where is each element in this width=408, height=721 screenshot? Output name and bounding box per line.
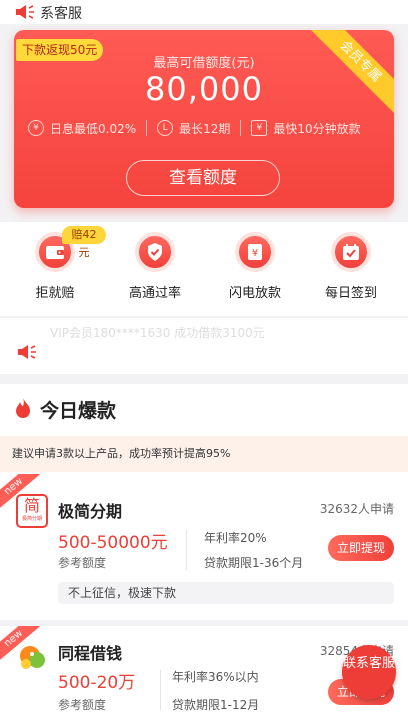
svg-text:¥: ¥ [252,248,258,259]
speaker-icon [14,4,36,24]
yen-shield-icon: ¥ [251,120,268,136]
loan-range: 500-20万 [58,673,136,693]
loan-range: 500-50000元 [58,533,168,553]
limit-amount: 80,000 [145,70,263,108]
product-logo: 简 极简分期 [16,494,48,528]
loan-term: 贷款期限1-36个月 [204,556,304,570]
feature-label: 最长12期 [179,121,231,136]
calendar-check-icon [331,232,371,272]
shield-check-icon [135,232,175,272]
notice-marquee: VIP会员180****1630 成功借款3100元 [0,318,408,374]
feature-label: 日息最低0.02% [50,121,137,136]
product-name: 极简分期 [58,502,123,521]
quick-actions: 赔42元 拒就赔 高通过率 ¥ 闪电放款 每日签到 [0,222,408,316]
divider [146,120,148,136]
credit-limit-card: 下款返现50元 会员专属 最高可借额度(元) 80,000 ¥ 日息最低0.02… [14,30,394,208]
section-header: 今日爆款 [14,396,116,423]
customer-service-link[interactable]: 系客服 [40,3,82,23]
limit-caption: 最高可借额度(元) [153,56,255,71]
applicant-count: 32632人申请 [319,502,394,516]
compensation-badge: 赔42元 [62,226,106,259]
quick-action-label: 拒就赔 [35,286,75,301]
feature-speed: ¥ 最快10分钟放款 [251,120,361,137]
product-name: 同程借钱 [58,644,123,663]
range-label: 参考额度 [58,698,107,712]
hero-features: ¥ 日息最低0.02% L 最长12期 ¥ 最快10分钟放款 [28,118,384,138]
product-card[interactable]: new 简 极简分期 极简分期 32632人申请 500-50000元 参考额度… [0,474,408,614]
range-label: 参考额度 [58,556,107,570]
clock-circle-icon: L [157,120,174,136]
top-bar: 系客服 [0,0,408,24]
quick-action-pass-rate[interactable]: 高通过率 [104,232,206,301]
contact-service-float-button[interactable]: 联系客服 [342,645,396,699]
feature-interest: ¥ 日息最低0.02% [28,120,136,137]
flame-icon [14,397,32,423]
annual-rate: 年利率20% [204,531,267,545]
withdraw-button[interactable]: 立即提现 [328,535,394,561]
quick-action-label: 高通过率 [128,286,181,301]
divider [160,670,161,710]
apply-tip: 建议申请3款以上产品，成功率预计提高95% [0,436,408,472]
product-logo [16,642,48,676]
quick-action-label: 闪电放款 [228,286,281,301]
feature-label: 最快10分钟放款 [273,121,361,136]
feature-term: L 最长12期 [157,120,230,137]
quick-action-fast-loan[interactable]: ¥ 闪电放款 [204,232,306,301]
yen-circle-icon: ¥ [28,120,44,136]
notice-text: VIP会员180****1630 成功借款3100元 [50,326,265,340]
quick-action-refund[interactable]: 赔42元 拒就赔 [4,226,106,301]
divider [240,120,242,136]
annual-rate: 年利率36%以内 [172,670,259,684]
product-feature: 不上征信，极速下款 [58,582,394,604]
check-limit-button[interactable]: 查看额度 [126,160,280,196]
quick-action-daily-signin[interactable]: 每日签到 [300,232,402,301]
float-label: 联系客服 [342,656,395,671]
yen-bolt-icon: ¥ [235,232,275,272]
divider [186,530,187,570]
section-title: 今日爆款 [40,400,117,422]
loan-term: 贷款期限1-12月 [172,698,260,712]
quick-action-label: 每日签到 [324,286,377,301]
speaker-icon [16,344,38,364]
